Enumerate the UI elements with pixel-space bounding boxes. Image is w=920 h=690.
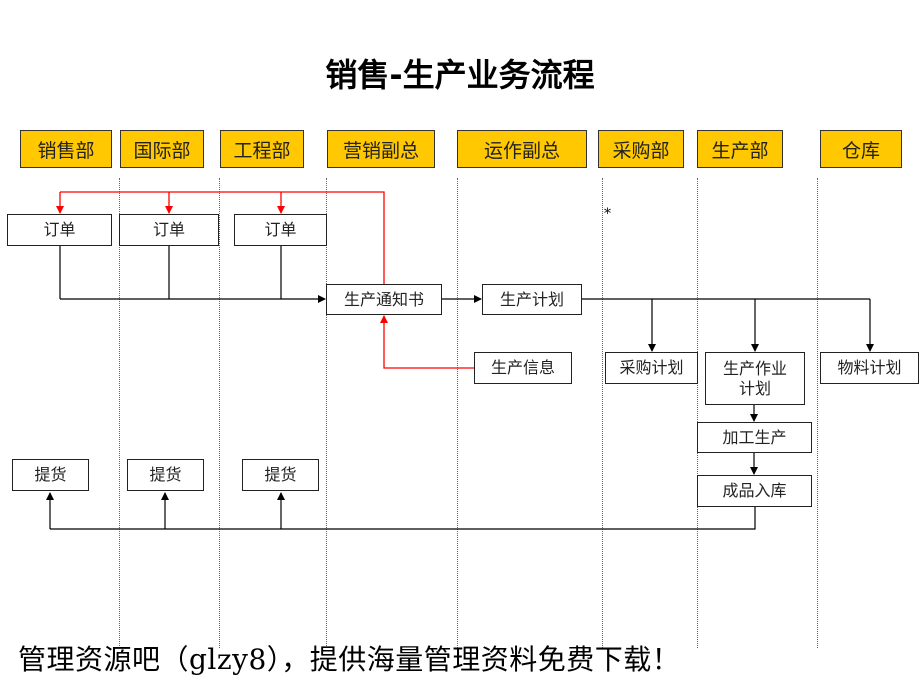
- production-work-plan: 生产作业计划: [705, 352, 805, 405]
- asterisk-marker: *: [604, 206, 611, 222]
- plan-branches: [582, 298, 874, 352]
- pickup-engineering: 提货: [242, 459, 319, 491]
- pickup-sales: 提货: [12, 459, 89, 491]
- purchase-plan: 采购计划: [605, 352, 698, 384]
- order-engineering: 订单: [234, 214, 327, 246]
- material-plan: 物料计划: [820, 352, 919, 384]
- order-international: 订单: [119, 214, 219, 246]
- flow-connectors: [46, 191, 874, 530]
- production-plan: 生产计划: [482, 284, 582, 315]
- storage-to-pickups: [46, 492, 756, 530]
- footer-text: 管理资源吧（glzy8），提供海量管理资料免费下载！: [18, 643, 681, 676]
- production-notice: 生产通知书: [326, 284, 442, 315]
- orders-to-notice: [59, 245, 326, 303]
- pickup-international: 提货: [127, 459, 204, 491]
- production-info-feedback: [380, 315, 474, 369]
- processing: 加工生产: [697, 422, 812, 453]
- finished-storage: 成品入库: [697, 475, 812, 507]
- production-info: 生产信息: [474, 352, 572, 384]
- order-sales: 订单: [7, 214, 112, 246]
